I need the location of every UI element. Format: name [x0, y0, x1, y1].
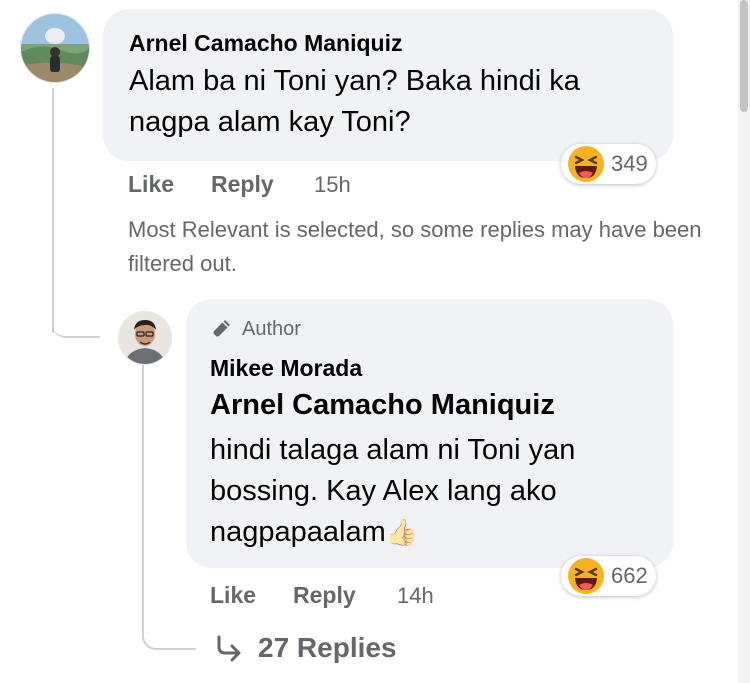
haha-emoji-icon — [568, 558, 604, 594]
reply-mention[interactable]: Arnel Camacho Maniquiz — [210, 389, 555, 422]
reply-reaction-count: 662 — [611, 563, 648, 588]
thread-connector-reply — [52, 300, 100, 338]
scrollbar[interactable] — [738, 0, 750, 683]
thread-line-reply — [142, 360, 144, 622]
reply-text: hindi talaga alam ni Toni yan bossing. K… — [210, 430, 640, 553]
author-badge-label: Author — [242, 317, 301, 340]
comment-like-button[interactable]: Like — [128, 171, 174, 198]
reply-like-button[interactable]: Like — [210, 582, 256, 609]
comment-author-name[interactable]: Arnel Camacho Maniquiz — [129, 30, 402, 57]
reply-avatar[interactable] — [118, 311, 172, 365]
reply-arrow-icon — [217, 635, 241, 662]
reply-timestamp[interactable]: 14h — [397, 583, 434, 609]
thread-line-main — [52, 88, 54, 333]
reply-reply-button[interactable]: Reply — [293, 582, 356, 609]
comment-reply-button[interactable]: Reply — [211, 171, 274, 198]
comment-bubble: Arnel Camacho Maniquiz Alam ba ni Toni y… — [103, 9, 673, 161]
thread-connector-replies — [142, 600, 196, 650]
reply-bubble: Author Mikee Morada Arnel Camacho Maniqu… — [186, 299, 673, 568]
view-replies-label: 27 Replies — [258, 632, 397, 663]
haha-emoji-icon — [568, 146, 604, 182]
filter-notice: Most Relevant is selected, so some repli… — [128, 217, 702, 276]
comment-text: Alam ba ni Toni yan? Baka hindi ka nagpa… — [129, 65, 580, 138]
avatar-person-icon — [119, 312, 171, 364]
avatar-landscape-icon — [21, 14, 89, 82]
reply-reaction-summary[interactable]: 662 — [561, 556, 656, 596]
pen-icon — [212, 320, 230, 338]
avatar[interactable] — [20, 13, 90, 83]
comment-timestamp[interactable]: 15h — [314, 172, 351, 198]
author-badge: Author — [208, 316, 301, 342]
reply-author-name[interactable]: Mikee Morada — [210, 355, 362, 382]
comment-reaction-count: 349 — [611, 151, 648, 176]
view-replies-link[interactable]: 27 Replies — [214, 632, 397, 664]
scrollbar-thumb[interactable] — [740, 0, 748, 112]
thumbs-up-emoji: 👍 — [385, 517, 419, 547]
comment-reaction-summary[interactable]: 349 — [561, 144, 656, 184]
